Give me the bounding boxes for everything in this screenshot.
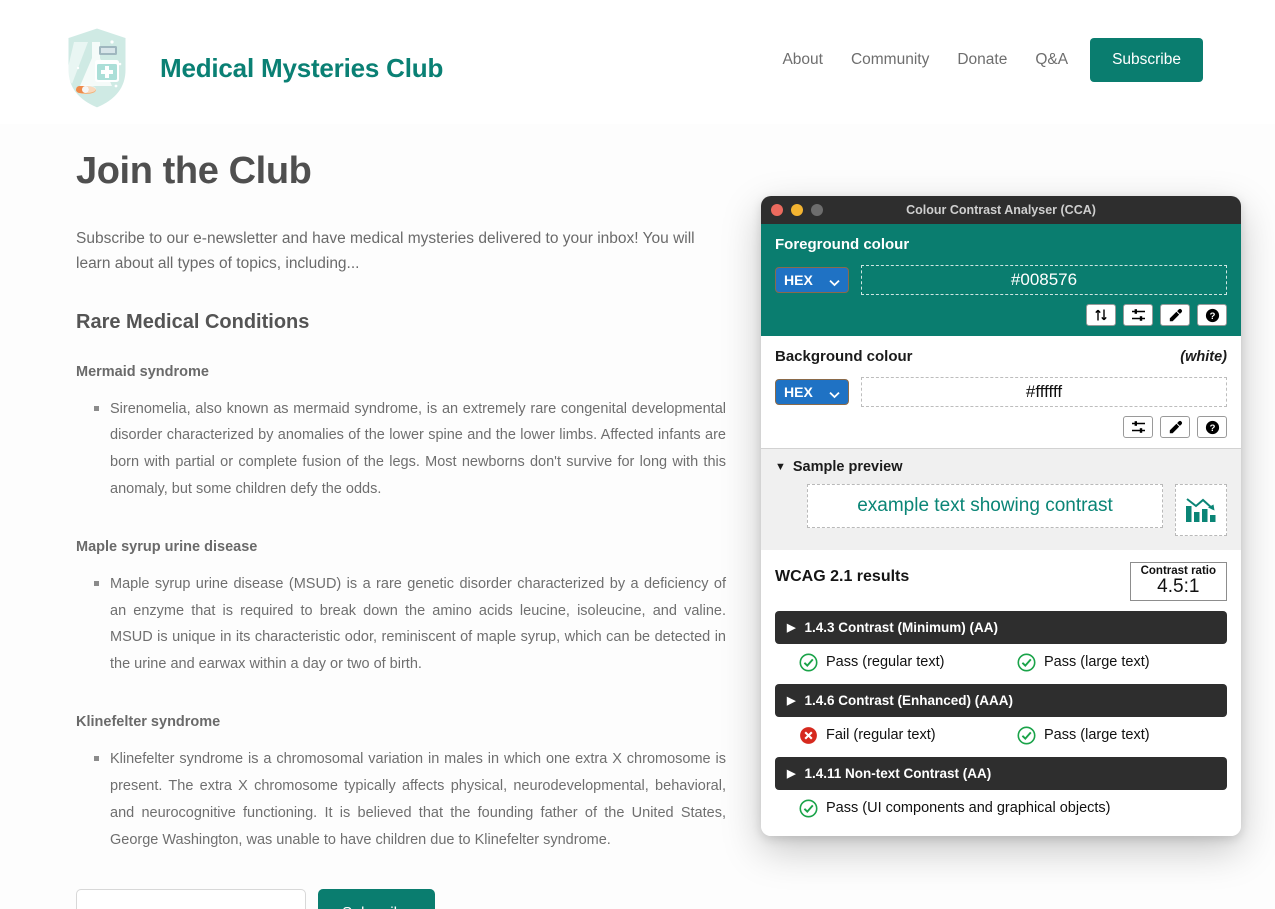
sample-preview-toggle[interactable]: ▼ Sample preview <box>775 459 1227 475</box>
sample-preview-heading: Sample preview <box>792 459 903 475</box>
pass-check-icon <box>799 799 818 818</box>
section-title: Rare Medical Conditions <box>76 310 310 333</box>
result-label: Pass (UI components and graphical object… <box>826 800 1111 817</box>
list-item: Klinefelter syndrome is a chromosomal va… <box>94 746 726 853</box>
svg-text:?: ? <box>1209 423 1215 434</box>
foreground-buttons: ? <box>775 304 1227 326</box>
foreground-format-select[interactable]: HEX <box>775 267 849 293</box>
page-root: Medical Mysteries Club About Community D… <box>0 0 1275 909</box>
sample-preview-row: example text showing contrast <box>775 484 1227 536</box>
result-item: Pass (UI components and graphical object… <box>799 799 1111 818</box>
swap-colours-icon[interactable] <box>1086 304 1116 326</box>
result-label: Fail (regular text) <box>826 727 936 744</box>
criterion-1411-label: 1.4.11 Non-text Contrast (AA) <box>804 765 992 781</box>
sample-text: example text showing contrast <box>807 484 1163 528</box>
help-icon[interactable]: ? <box>1197 416 1227 438</box>
bar-chart-declining-icon <box>1175 484 1227 536</box>
criterion-146-results: Fail (regular text) Pass (large text) <box>775 717 1227 747</box>
result-label: Pass (large text) <box>1044 727 1150 744</box>
pass-check-icon <box>799 653 818 672</box>
svg-text:?: ? <box>1209 311 1215 322</box>
background-head: Background colour (white) <box>775 348 1227 365</box>
background-buttons: ? <box>775 416 1227 438</box>
pass-check-icon <box>1017 726 1036 745</box>
criterion-143-header[interactable]: ▶ 1.4.3 Contrast (Minimum) (AA) <box>775 610 1227 644</box>
criterion-146-header[interactable]: ▶ 1.4.6 Contrast (Enhanced) (AAA) <box>775 683 1227 717</box>
triangle-down-icon: ▼ <box>775 461 786 473</box>
foreground-row: HEX <box>775 265 1227 295</box>
form-subscribe-button[interactable]: Subscribe <box>318 889 435 909</box>
result-item: Pass (regular text) <box>799 653 1017 672</box>
condition-list-mermaid: Sirenomelia, also known as mermaid syndr… <box>76 396 726 503</box>
main-content: Join the Club Subscribe to our e-newslet… <box>76 150 726 909</box>
cca-titlebar[interactable]: Colour Contrast Analyser (CCA) <box>761 196 1241 224</box>
list-item: Sirenomelia, also known as mermaid syndr… <box>94 396 726 503</box>
nav-item-about[interactable]: About <box>782 51 823 69</box>
condition-list-msud: Maple syrup urine disease (MSUD) is a ra… <box>76 571 726 678</box>
background-format-select[interactable]: HEX <box>775 379 849 405</box>
result-item: Pass (large text) <box>1017 726 1150 745</box>
background-hex-input[interactable] <box>861 377 1227 407</box>
triangle-right-icon: ▶ <box>787 767 796 780</box>
criterion-1411-header[interactable]: ▶ 1.4.11 Non-text Contrast (AA) <box>775 756 1227 790</box>
results-head: WCAG 2.1 results Contrast ratio 4.5:1 <box>775 562 1227 601</box>
site-header: Medical Mysteries Club About Community D… <box>0 0 1275 124</box>
main-nav: About Community Donate Q&A Subscribe <box>782 38 1203 82</box>
result-label: Pass (large text) <box>1044 654 1150 671</box>
background-colour-name: (white) <box>1180 349 1227 365</box>
fail-cross-icon <box>799 726 818 745</box>
list-item: Maple syrup urine disease (MSUD) is a ra… <box>94 571 726 678</box>
header-subscribe-button[interactable]: Subscribe <box>1090 38 1203 82</box>
criterion-143-label: 1.4.3 Contrast (Minimum) (AA) <box>804 619 998 635</box>
pass-check-icon <box>1017 653 1036 672</box>
condition-list-klinefelter: Klinefelter syndrome is a chromosomal va… <box>76 746 726 853</box>
newsletter-form: Subscribe <box>76 889 726 909</box>
background-row: HEX <box>775 377 1227 407</box>
sliders-icon[interactable] <box>1123 304 1153 326</box>
cca-window-title: Colour Contrast Analyser (CCA) <box>906 203 1096 217</box>
result-label: Pass (regular text) <box>826 654 945 671</box>
cca-dialog: Colour Contrast Analyser (CCA) Foregroun… <box>761 196 1241 836</box>
page-title: Join the Club <box>76 150 312 192</box>
sample-preview-panel: ▼ Sample preview example text showing co… <box>761 448 1241 550</box>
brand-title: Medical Mysteries Club <box>160 52 444 83</box>
eyedropper-icon[interactable] <box>1160 304 1190 326</box>
results-title: WCAG 2.1 results <box>775 568 910 585</box>
medical-shield-logo-icon <box>62 24 132 112</box>
condition-title-msud: Maple syrup urine disease <box>76 538 258 555</box>
help-icon[interactable]: ? <box>1197 304 1227 326</box>
criterion-1411-results: Pass (UI components and graphical object… <box>775 790 1227 820</box>
contrast-ratio-value: 4.5:1 <box>1157 576 1200 597</box>
criterion-143-results: Pass (regular text) Pass (large text) <box>775 644 1227 674</box>
condition-title-klinefelter: Klinefelter syndrome <box>76 714 221 731</box>
nav-item-qa[interactable]: Q&A <box>1035 51 1068 69</box>
email-field[interactable] <box>76 889 306 909</box>
result-item: Fail (regular text) <box>799 726 1017 745</box>
foreground-format-wrap: HEX <box>775 267 849 293</box>
background-format-wrap: HEX <box>775 379 849 405</box>
criterion-146-label: 1.4.6 Contrast (Enhanced) (AAA) <box>804 692 1013 708</box>
sliders-icon[interactable] <box>1123 416 1153 438</box>
eyedropper-icon[interactable] <box>1160 416 1190 438</box>
condition-title-mermaid: Mermaid syndrome <box>76 363 209 380</box>
background-panel: Background colour (white) HEX #ffffff ? <box>761 336 1241 448</box>
foreground-hex-input[interactable] <box>861 265 1227 295</box>
nav-item-community[interactable]: Community <box>851 51 929 69</box>
triangle-right-icon: ▶ <box>787 694 796 707</box>
intro-paragraph: Subscribe to our e-newsletter and have m… <box>76 230 695 272</box>
wcag-results-panel: WCAG 2.1 results Contrast ratio 4.5:1 ▶ … <box>761 550 1241 836</box>
background-label: Background colour <box>775 348 913 365</box>
brand[interactable]: Medical Mysteries Club <box>62 24 443 112</box>
contrast-ratio-box: Contrast ratio 4.5:1 <box>1129 562 1227 601</box>
triangle-right-icon: ▶ <box>787 621 796 634</box>
result-item: Pass (large text) <box>1017 653 1150 672</box>
foreground-panel: Foreground colour HEX #008576 ? <box>761 224 1241 336</box>
foreground-label: Foreground colour <box>775 236 910 253</box>
nav-item-donate[interactable]: Donate <box>957 51 1007 69</box>
